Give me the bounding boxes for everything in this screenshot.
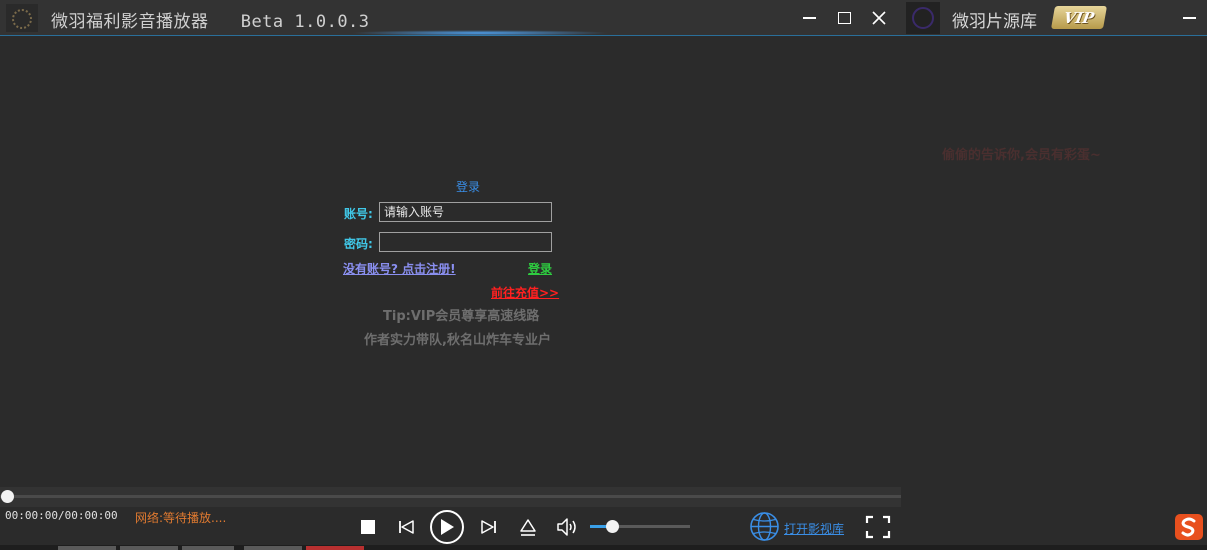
source-library-title: 微羽片源库 bbox=[952, 12, 1037, 32]
password-label: 密码: bbox=[344, 237, 373, 251]
next-icon bbox=[481, 520, 496, 534]
close-button[interactable] bbox=[867, 6, 891, 30]
account-label: 账号: bbox=[344, 207, 373, 221]
source-logo-icon bbox=[906, 2, 940, 34]
taskbar-item[interactable] bbox=[244, 546, 302, 550]
volume-button[interactable] bbox=[554, 514, 580, 540]
app-logo-icon bbox=[6, 4, 38, 32]
minimize-icon bbox=[1182, 17, 1196, 19]
play-icon bbox=[441, 519, 454, 535]
secret-hint-text: 偷偷的告诉你,会员有彩蛋~ bbox=[942, 148, 1101, 163]
taskbar-item[interactable] bbox=[306, 546, 364, 550]
progress-knob[interactable] bbox=[1, 490, 14, 503]
close-icon bbox=[872, 11, 886, 25]
register-link[interactable]: 没有账号? 点击注册! bbox=[343, 260, 456, 277]
time-display: 00:00:00/00:00:00 bbox=[5, 509, 118, 522]
login-title: 登录 bbox=[456, 180, 481, 194]
minimize-icon bbox=[802, 17, 816, 19]
minimize-button[interactable] bbox=[797, 6, 821, 30]
recharge-link[interactable]: 前往充值>> bbox=[491, 284, 559, 301]
maximize-icon bbox=[837, 12, 851, 24]
open-library-link[interactable]: 打开影视库 bbox=[784, 520, 844, 537]
volume-icon bbox=[557, 518, 576, 536]
eject-button[interactable] bbox=[517, 515, 539, 539]
account-input[interactable] bbox=[379, 202, 552, 222]
password-input[interactable] bbox=[379, 232, 552, 252]
title-bar: 微羽福利影音播放器 Beta 1.0.0.3 微羽片源库 VIP bbox=[0, 0, 1207, 36]
network-status: 网络:等待播放.... bbox=[135, 511, 227, 525]
author-text: 作者实力带队,秋名山炸车专业户 bbox=[364, 333, 551, 348]
globe-button[interactable] bbox=[749, 511, 780, 542]
previous-button[interactable] bbox=[396, 516, 418, 538]
eject-icon bbox=[520, 519, 536, 536]
progress-bar[interactable] bbox=[0, 487, 901, 507]
vip-badge-text: VIP bbox=[1062, 8, 1096, 27]
stop-icon bbox=[361, 520, 375, 534]
previous-icon bbox=[399, 520, 414, 534]
fullscreen-button[interactable] bbox=[864, 514, 892, 540]
stop-button[interactable] bbox=[358, 517, 378, 537]
login-button[interactable]: 登录 bbox=[528, 260, 552, 277]
play-button[interactable] bbox=[430, 510, 464, 544]
next-button[interactable] bbox=[477, 516, 499, 538]
taskbar-item[interactable] bbox=[182, 546, 234, 550]
sogou-icon[interactable] bbox=[1174, 513, 1204, 541]
globe-icon bbox=[750, 512, 779, 541]
taskbar-strip bbox=[0, 545, 1207, 550]
app-title: 微羽福利影音播放器 Beta 1.0.0.3 bbox=[51, 12, 370, 32]
vip-tip-text: Tip:VIP会员尊享高速线路 bbox=[383, 309, 540, 324]
volume-knob[interactable] bbox=[605, 520, 619, 533]
fullscreen-icon bbox=[865, 515, 891, 539]
taskbar-item[interactable] bbox=[120, 546, 178, 550]
maximize-button[interactable] bbox=[832, 6, 856, 30]
vip-badge: VIP bbox=[1050, 6, 1108, 29]
title-bar-glow bbox=[350, 30, 610, 36]
side-panel-minimize-button[interactable] bbox=[1177, 6, 1201, 30]
taskbar-item[interactable] bbox=[58, 546, 116, 550]
